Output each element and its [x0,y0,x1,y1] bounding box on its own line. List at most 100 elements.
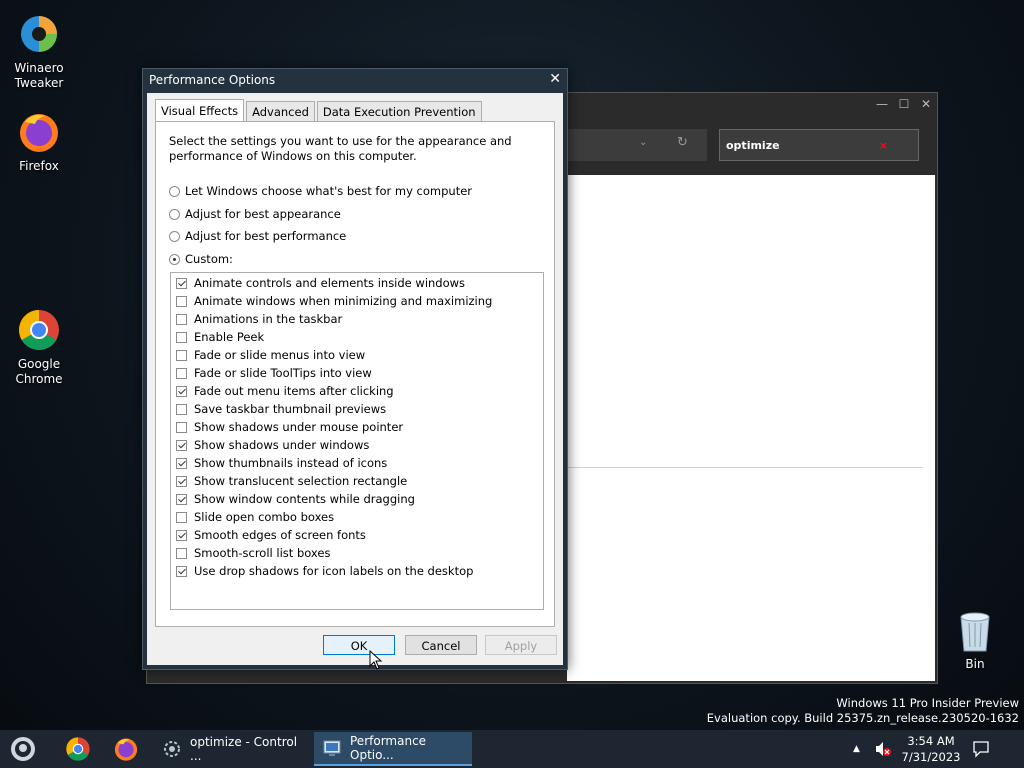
apply-button[interactable]: Apply [485,635,557,655]
radio-indicator [169,253,180,265]
desktop-icon-recycle-bin[interactable]: Bin [945,607,1005,671]
tab-advanced[interactable]: Advanced [246,101,315,122]
effect-checkbox-item[interactable]: Animations in the taskbar [176,310,342,328]
radio-let-windows-choose[interactable]: Let Windows choose what's best for my co… [169,184,472,198]
desktop-icon-winaero-tweaker[interactable]: Winaero Tweaker [4,10,74,91]
desktop-icon-firefox[interactable]: Firefox [4,108,74,174]
recycle-bin-icon [955,607,995,655]
effect-label: Show thumbnails instead of icons [194,456,388,470]
effect-checkbox-item[interactable]: Save taskbar thumbnail previews [176,400,386,418]
search-input[interactable]: optimize × [719,129,919,161]
effect-label: Slide open combo boxes [194,510,335,524]
checkbox[interactable] [176,565,187,577]
dialog-body: Visual Effects Advanced Data Execution P… [147,93,563,665]
chevron-down-icon[interactable]: ⌄ [639,137,647,148]
close-button[interactable]: ✕ [915,93,937,115]
checkbox[interactable] [176,511,187,523]
effect-label: Show shadows under windows [194,438,370,452]
effect-checkbox-item[interactable]: Animate controls and elements inside win… [176,274,465,292]
checkbox[interactable] [176,331,187,343]
effect-checkbox-item[interactable]: Show translucent selection rectangle [176,472,407,490]
visual-effects-panel: Select the settings you want to use for … [155,121,555,627]
checkbox[interactable] [176,439,187,451]
checkbox[interactable] [176,277,187,289]
checkbox[interactable] [176,421,187,433]
checkbox[interactable] [176,295,187,307]
taskbar-app-performance-options[interactable]: Performance Optio... [314,732,472,766]
ok-button[interactable]: OK [323,635,395,655]
minimize-button[interactable]: — [871,93,893,115]
maximize-button[interactable]: ☐ [893,93,915,115]
chrome-icon[interactable] [64,735,92,763]
tab-strip: Visual Effects Advanced Data Execution P… [155,99,484,122]
visual-effects-list[interactable]: Animate controls and elements inside win… [170,272,544,610]
taskbar-clock[interactable]: 3:54 AM 7/31/2023 [896,733,966,765]
taskbar-app-label: optimize - Control ... [190,735,298,763]
effect-checkbox-item[interactable]: Fade out menu items after clicking [176,382,394,400]
windows-watermark: Windows 11 Pro Insider Preview Evaluatio… [707,696,1019,726]
address-bar[interactable]: ⌄ ↻ [567,129,707,161]
refresh-icon[interactable]: ↻ [677,135,688,150]
effect-label: Animate windows when minimizing and maxi… [194,294,493,308]
radio-best-performance[interactable]: Adjust for best performance [169,229,346,243]
control-panel-icon [162,739,182,759]
effect-checkbox-item[interactable]: Smooth-scroll list boxes [176,544,330,562]
cancel-button[interactable]: Cancel [405,635,477,655]
desktop-icon-label: Winaero [14,61,64,75]
desktop-icon-label: Chrome [15,372,63,386]
effect-checkbox-item[interactable]: Fade or slide ToolTips into view [176,364,372,382]
effect-checkbox-item[interactable]: Slide open combo boxes [176,508,334,526]
taskbar-app-control-panel[interactable]: optimize - Control ... [154,732,310,766]
radio-best-appearance[interactable]: Adjust for best appearance [169,207,341,221]
close-icon[interactable]: ✕ [549,71,561,87]
desktop-icon-google-chrome[interactable]: Google Chrome [4,306,74,387]
effect-label: Show window contents while dragging [194,492,415,506]
effect-checkbox-item[interactable]: Use drop shadows for icon labels on the … [176,562,473,580]
checkbox[interactable] [176,403,187,415]
effect-label: Show shadows under mouse pointer [194,420,404,434]
notification-center-icon[interactable] [972,730,990,768]
effect-checkbox-item[interactable]: Show shadows under mouse pointer [176,418,403,436]
checkbox[interactable] [176,385,187,397]
effect-checkbox-item[interactable]: Animate windows when minimizing and maxi… [176,292,492,310]
effect-checkbox-item[interactable]: Show shadows under windows [176,436,369,454]
checkbox[interactable] [176,475,187,487]
checkbox[interactable] [176,547,187,559]
effect-checkbox-item[interactable]: Show thumbnails instead of icons [176,454,387,472]
effect-label: Fade or slide menus into view [194,348,366,362]
tab-data-execution-prevention[interactable]: Data Execution Prevention [316,101,482,122]
watermark-line: Evaluation copy. Build 25375.zn_release.… [706,711,1019,725]
chrome-icon [15,306,63,354]
radio-indicator [169,185,180,197]
firefox-icon[interactable] [112,735,140,763]
performance-options-dialog[interactable]: Performance Options ✕ Visual Effects Adv… [142,68,568,670]
clock-time: 3:54 AM [907,734,955,748]
effect-checkbox-item[interactable]: Enable Peek [176,328,264,346]
checkbox[interactable] [176,349,187,361]
search-value: optimize [726,139,780,152]
effect-label: Show translucent selection rectangle [194,474,408,488]
effect-checkbox-item[interactable]: Fade or slide menus into view [176,346,365,364]
show-hidden-icons-button[interactable]: ▲ [853,730,860,768]
effect-checkbox-item[interactable]: Smooth edges of screen fonts [176,526,366,544]
tab-visual-effects[interactable]: Visual Effects [155,99,245,122]
effect-checkbox-item[interactable]: Show window contents while dragging [176,490,415,508]
radio-custom[interactable]: Custom: [169,252,233,266]
start-button[interactable] [9,735,37,763]
panel-description: Select the settings you want to use for … [169,134,512,163]
radio-indicator [169,230,180,242]
volume-muted-icon[interactable] [874,730,892,768]
effect-label: Fade out menu items after clicking [194,384,394,398]
clear-search-icon[interactable]: × [879,130,888,162]
window-controls: — ☐ ✕ [871,93,937,115]
desktop-icon-label: Bin [965,657,985,671]
effect-label: Use drop shadows for icon labels on the … [194,564,474,578]
effect-label: Smooth edges of screen fonts [194,528,366,542]
checkbox[interactable] [176,457,187,469]
chevron-up-icon: ▲ [853,744,860,754]
taskbar: optimize - Control ... Performance Optio… [0,730,1024,768]
checkbox[interactable] [176,313,187,325]
checkbox[interactable] [176,529,187,541]
checkbox[interactable] [176,493,187,505]
checkbox[interactable] [176,367,187,379]
